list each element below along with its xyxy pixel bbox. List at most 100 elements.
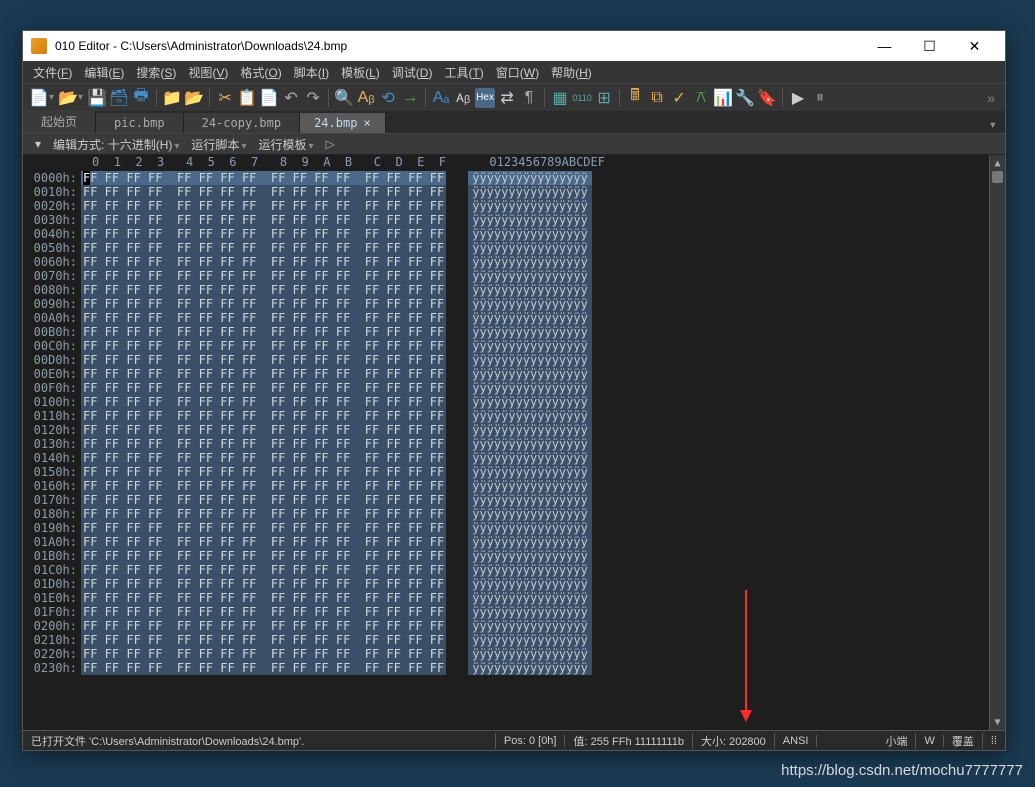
cut-icon[interactable]: ✂ — [215, 88, 235, 108]
hex-row[interactable]: 01A0h:FF FF FF FF FF FF FF FF FF FF FF F… — [23, 535, 989, 549]
binary-icon[interactable]: 0110 — [572, 88, 592, 108]
compare-icon[interactable]: ⧉ — [647, 88, 667, 108]
hex-row[interactable]: 0000h:FF FF FF FF FF FF FF FF FF FF FF F… — [23, 171, 989, 185]
menu-template[interactable]: 模板(L) — [335, 62, 386, 83]
status-position[interactable]: Pos: 0 [0h] — [496, 735, 566, 747]
hex-row[interactable]: 0100h:FF FF FF FF FF FF FF FF FF FF FF F… — [23, 395, 989, 409]
close-button[interactable]: ✕ — [952, 31, 997, 61]
ruler-icon[interactable]: ⊞ — [594, 88, 614, 108]
char-icon[interactable]: ᴀᵦ — [453, 88, 473, 108]
hex-row[interactable]: 0110h:FF FF FF FF FF FF FF FF FF FF FF F… — [23, 409, 989, 423]
hex-row[interactable]: 0140h:FF FF FF FF FF FF FF FF FF FF FF F… — [23, 451, 989, 465]
status-endian[interactable]: 小端 — [877, 733, 916, 749]
tool-icon[interactable]: 🔧 — [735, 88, 755, 108]
hex-row[interactable]: 0010h:FF FF FF FF FF FF FF FF FF FF FF F… — [23, 185, 989, 199]
hex-row[interactable]: 0050h:FF FF FF FF FF FF FF FF FF FF FF F… — [23, 241, 989, 255]
menu-window[interactable]: 窗口(W) — [490, 62, 545, 83]
menu-file[interactable]: 文件(F) — [27, 62, 78, 83]
columns-icon[interactable]: ▦ — [550, 88, 570, 108]
menu-tools[interactable]: 工具(T) — [438, 62, 489, 83]
edit-mode-dropdown[interactable]: 编辑方式: 十六进制(H)▾ — [47, 136, 185, 153]
hex-row[interactable]: 00F0h:FF FF FF FF FF FF FF FF FF FF FF F… — [23, 381, 989, 395]
status-value[interactable]: 值: 255 FFh 11111111b — [565, 733, 692, 749]
scroll-thumb[interactable] — [992, 171, 1003, 183]
redo-icon[interactable]: ↷ — [303, 88, 323, 108]
tab-pic-bmp[interactable]: pic.bmp — [96, 113, 184, 133]
hex-row[interactable]: 01E0h:FF FF FF FF FF FF FF FF FF FF FF F… — [23, 591, 989, 605]
hex-row[interactable]: 0190h:FF FF FF FF FF FF FF FF FF FF FF F… — [23, 521, 989, 535]
status-size[interactable]: 大小: 202800 — [693, 733, 775, 749]
tab-24-bmp[interactable]: 24.bmp× — [300, 113, 386, 133]
vertical-scrollbar[interactable]: ▲ ▼ — [989, 155, 1005, 730]
folder-open-icon[interactable]: 📂 — [184, 88, 204, 108]
run-play-icon[interactable]: ▷ — [319, 137, 340, 151]
menu-search[interactable]: 搜索(S) — [130, 62, 182, 83]
copy-icon[interactable]: 📋 — [237, 88, 257, 108]
menu-script[interactable]: 脚本(I) — [288, 62, 335, 83]
hex-row[interactable]: 0130h:FF FF FF FF FF FF FF FF FF FF FF F… — [23, 437, 989, 451]
new-dropdown-icon[interactable]: ▾ — [49, 92, 54, 103]
hex-body[interactable]: 0000h:FF FF FF FF FF FF FF FF FF FF FF F… — [23, 171, 989, 675]
hex-row[interactable]: 0220h:FF FF FF FF FF FF FF FF FF FF FF F… — [23, 647, 989, 661]
save-icon[interactable]: 💾 — [87, 88, 107, 108]
find-text-icon[interactable]: Aᵦ — [356, 88, 376, 108]
hex-mode-icon[interactable]: Hex — [475, 88, 495, 108]
hex-row[interactable]: 00C0h:FF FF FF FF FF FF FF FF FF FF FF F… — [23, 339, 989, 353]
tab-close-icon[interactable]: × — [363, 116, 370, 130]
chart-icon[interactable]: 📊 — [713, 88, 733, 108]
font-icon[interactable]: Aₐ — [431, 88, 451, 108]
run-icon[interactable]: ▶ — [788, 88, 808, 108]
hex-row[interactable]: 00B0h:FF FF FF FF FF FF FF FF FF FF FF F… — [23, 325, 989, 339]
titlebar[interactable]: 010 Editor - C:\Users\Administrator\Down… — [23, 31, 1005, 61]
paste-icon[interactable]: 📄 — [259, 88, 279, 108]
hex-row[interactable]: 01F0h:FF FF FF FF FF FF FF FF FF FF FF F… — [23, 605, 989, 619]
hex-row[interactable]: 01C0h:FF FF FF FF FF FF FF FF FF FF FF F… — [23, 563, 989, 577]
hex-row[interactable]: 0070h:FF FF FF FF FF FF FF FF FF FF FF F… — [23, 269, 989, 283]
menu-format[interactable]: 格式(O) — [234, 62, 287, 83]
tab-start-page[interactable]: 起始页 — [23, 110, 96, 133]
status-w[interactable]: W — [916, 735, 943, 747]
toolbar-overflow-icon[interactable]: » — [983, 90, 999, 106]
hex-row[interactable]: 0150h:FF FF FF FF FF FF FF FF FF FF FF F… — [23, 465, 989, 479]
status-overwrite[interactable]: 覆盖 — [944, 733, 983, 749]
hex-row[interactable]: 0040h:FF FF FF FF FF FF FF FF FF FF FF F… — [23, 227, 989, 241]
menu-edit[interactable]: 编辑(E) — [78, 62, 130, 83]
maximize-button[interactable]: ☐ — [907, 31, 952, 61]
endian-icon[interactable]: ⇄ — [497, 88, 517, 108]
undo-icon[interactable]: ↶ — [281, 88, 301, 108]
print-icon[interactable]: 🖶 — [131, 88, 151, 108]
goto-icon[interactable]: → — [400, 88, 420, 108]
hex-row[interactable]: 0030h:FF FF FF FF FF FF FF FF FF FF FF F… — [23, 213, 989, 227]
hex-row[interactable]: 0230h:FF FF FF FF FF FF FF FF FF FF FF F… — [23, 661, 989, 675]
pause-icon[interactable]: ⏸ — [810, 88, 830, 108]
bookmark-icon[interactable]: 🔖 — [757, 88, 777, 108]
run-script-dropdown[interactable]: 运行脚本▾ — [185, 136, 252, 153]
hex-row[interactable]: 0090h:FF FF FF FF FF FF FF FF FF FF FF F… — [23, 297, 989, 311]
hex-row[interactable]: 00A0h:FF FF FF FF FF FF FF FF FF FF FF F… — [23, 311, 989, 325]
tabbar-overflow-icon[interactable]: ▾ — [985, 117, 1001, 133]
folder-icon[interactable]: 📁 — [162, 88, 182, 108]
hex-row[interactable]: 01B0h:FF FF FF FF FF FF FF FF FF FF FF F… — [23, 549, 989, 563]
new-file-icon[interactable]: 📄 — [29, 88, 49, 108]
pilcrow-icon[interactable]: ¶ — [519, 88, 539, 108]
hex-row[interactable]: 0180h:FF FF FF FF FF FF FF FF FF FF FF F… — [23, 507, 989, 521]
save-all-icon[interactable]: 🗃 — [109, 88, 129, 108]
status-encoding[interactable]: ANSI — [775, 735, 818, 747]
hex-row[interactable]: 0160h:FF FF FF FF FF FF FF FF FF FF FF F… — [23, 479, 989, 493]
hex-row[interactable]: 0060h:FF FF FF FF FF FF FF FF FF FF FF F… — [23, 255, 989, 269]
hex-row[interactable]: 01D0h:FF FF FF FF FF FF FF FF FF FF FF F… — [23, 577, 989, 591]
histogram-icon[interactable]: ⚻ — [691, 88, 711, 108]
editor-content[interactable]: 0 1 2 3 4 5 6 7 8 9 A B C D E F 01234567… — [23, 155, 989, 730]
menu-view[interactable]: 视图(V) — [182, 62, 234, 83]
resize-grip-icon[interactable]: ⁞⁞ — [983, 735, 1005, 747]
menu-help[interactable]: 帮助(H) — [545, 62, 598, 83]
hex-row[interactable]: 0170h:FF FF FF FF FF FF FF FF FF FF FF F… — [23, 493, 989, 507]
menu-debug[interactable]: 调试(D) — [386, 62, 439, 83]
open-dropdown-icon[interactable]: ▾ — [78, 92, 83, 103]
checksum-icon[interactable]: ✓ — [669, 88, 689, 108]
hex-row[interactable]: 0200h:FF FF FF FF FF FF FF FF FF FF FF F… — [23, 619, 989, 633]
open-folder-icon[interactable]: 📂 — [58, 88, 78, 108]
hex-row[interactable]: 00D0h:FF FF FF FF FF FF FF FF FF FF FF F… — [23, 353, 989, 367]
minimize-button[interactable]: — — [862, 31, 907, 61]
hex-row[interactable]: 0020h:FF FF FF FF FF FF FF FF FF FF FF F… — [23, 199, 989, 213]
